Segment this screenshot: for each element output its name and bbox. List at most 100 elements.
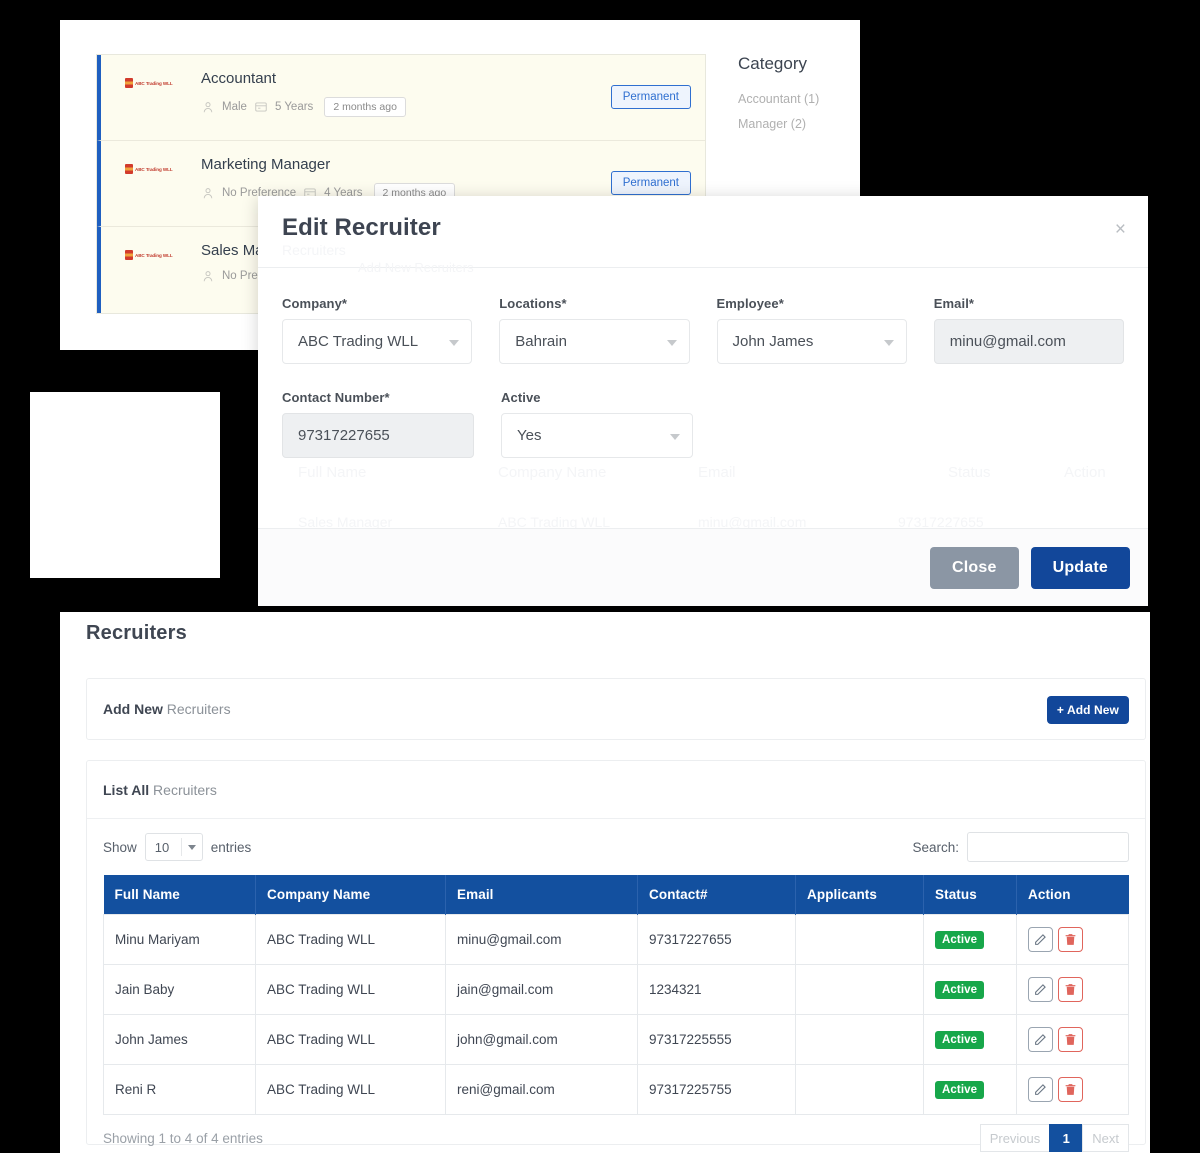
delete-button[interactable] bbox=[1058, 927, 1083, 952]
column-email[interactable]: Email bbox=[446, 875, 638, 915]
company-logo-text: ABC Trading WLL bbox=[135, 253, 173, 258]
cell-company: ABC Trading WLL bbox=[256, 1015, 446, 1065]
close-button[interactable]: Close bbox=[930, 547, 1019, 589]
chevron-down-icon bbox=[667, 340, 677, 346]
active-select[interactable]: Yes bbox=[501, 413, 693, 458]
trash-icon bbox=[1064, 983, 1077, 996]
job-card[interactable]: ABC Trading WLL Accountant Male 5 Years … bbox=[97, 55, 705, 141]
delete-button[interactable] bbox=[1058, 1027, 1083, 1052]
field-company: Company* ABC Trading WLL bbox=[282, 296, 472, 364]
job-type-badge[interactable]: Permanent bbox=[611, 85, 691, 109]
recruiters-page: Recruiters Add New Recruiters + Add New … bbox=[60, 612, 1150, 1153]
status-badge: Active bbox=[935, 981, 984, 999]
page-title: Recruiters bbox=[86, 622, 187, 645]
update-button[interactable]: Update bbox=[1031, 547, 1130, 589]
table-row: Jain Baby ABC Trading WLL jain@gmail.com… bbox=[104, 965, 1129, 1015]
column-full-name[interactable]: Full Name bbox=[104, 875, 256, 915]
cell-status: Active bbox=[924, 1065, 1017, 1115]
job-experience: 5 Years bbox=[275, 101, 313, 113]
pencil-icon bbox=[1034, 1033, 1047, 1046]
delete-button[interactable] bbox=[1058, 977, 1083, 1002]
column-contact[interactable]: Contact# bbox=[638, 875, 796, 915]
list-all-header: List All Recruiters bbox=[87, 761, 1145, 819]
trash-icon bbox=[1064, 933, 1077, 946]
column-action[interactable]: Action bbox=[1017, 875, 1129, 915]
cell-contact: 97317225755 bbox=[638, 1065, 796, 1115]
cell-company: ABC Trading WLL bbox=[256, 915, 446, 965]
table-row: Minu Mariyam ABC Trading WLL minu@gmail.… bbox=[104, 915, 1129, 965]
field-active: Active Yes bbox=[501, 390, 693, 458]
form-row-2: Contact Number* 97317227655 Active Yes bbox=[282, 390, 1124, 458]
category-title: Category bbox=[738, 54, 858, 74]
chevron-down-icon bbox=[670, 434, 680, 440]
category-item-accountant[interactable]: Accountant (1) bbox=[738, 92, 858, 106]
close-icon[interactable]: × bbox=[1115, 220, 1126, 239]
company-logo-icon: ABC Trading WLL bbox=[125, 163, 179, 175]
contact-number-label: Contact Number* bbox=[282, 390, 474, 405]
edit-button[interactable] bbox=[1028, 1077, 1053, 1102]
show-entries-control: Show 10 entries bbox=[103, 833, 251, 861]
ghost-text: Email bbox=[698, 464, 736, 481]
column-applicants[interactable]: Applicants bbox=[796, 875, 924, 915]
recruiters-table: Full Name Company Name Email Contact# Ap… bbox=[103, 875, 1129, 1115]
pagination: Previous 1 Next bbox=[981, 1124, 1129, 1152]
cell-email: john@gmail.com bbox=[446, 1015, 638, 1065]
add-new-button[interactable]: + Add New bbox=[1047, 696, 1129, 724]
cell-email: jain@gmail.com bbox=[446, 965, 638, 1015]
edit-button[interactable] bbox=[1028, 927, 1053, 952]
pencil-icon bbox=[1034, 933, 1047, 946]
locations-value: Bahrain bbox=[515, 333, 567, 350]
category-sidebar: Category Accountant (1) Manager (2) bbox=[738, 54, 858, 142]
status-badge: Active bbox=[935, 931, 984, 949]
modal-footer: Close Update bbox=[258, 528, 1148, 606]
table-header-row: Full Name Company Name Email Contact# Ap… bbox=[104, 875, 1129, 915]
edit-recruiter-modal: Edit Recruiter × Recruiters Add New Recr… bbox=[258, 196, 1148, 606]
company-logo-icon: ABC Trading WLL bbox=[125, 249, 179, 261]
job-type-badge[interactable]: Permanent bbox=[611, 171, 691, 195]
cell-action bbox=[1017, 915, 1129, 965]
cell-email: minu@gmail.com bbox=[446, 915, 638, 965]
company-logo-text: ABC Trading WLL bbox=[135, 167, 173, 172]
delete-button[interactable] bbox=[1058, 1077, 1083, 1102]
pagination-next[interactable]: Next bbox=[1082, 1124, 1129, 1152]
employee-select[interactable]: John James bbox=[717, 319, 907, 364]
add-new-label: Add New Recruiters bbox=[103, 701, 231, 717]
table-head: Full Name Company Name Email Contact# Ap… bbox=[104, 875, 1129, 915]
table-body: Minu Mariyam ABC Trading WLL minu@gmail.… bbox=[104, 915, 1129, 1115]
edit-button[interactable] bbox=[1028, 977, 1053, 1002]
form-row-1: Company* ABC Trading WLL Locations* Bahr… bbox=[282, 296, 1124, 364]
cell-status: Active bbox=[924, 915, 1017, 965]
email-field[interactable]: minu@gmail.com bbox=[934, 319, 1124, 364]
cell-contact: 1234321 bbox=[638, 965, 796, 1015]
category-item-manager[interactable]: Manager (2) bbox=[738, 117, 858, 131]
list-all-label-bold: List All bbox=[103, 782, 149, 798]
cell-applicants bbox=[796, 915, 924, 965]
column-company-name[interactable]: Company Name bbox=[256, 875, 446, 915]
entries-per-page-select[interactable]: 10 bbox=[145, 833, 203, 861]
company-logo-icon: ABC Trading WLL bbox=[125, 77, 179, 89]
cell-full-name: Reni R bbox=[104, 1065, 256, 1115]
column-status[interactable]: Status bbox=[924, 875, 1017, 915]
trash-icon bbox=[1064, 1033, 1077, 1046]
table-row: John James ABC Trading WLL john@gmail.co… bbox=[104, 1015, 1129, 1065]
job-gender: Male bbox=[222, 101, 247, 113]
cell-email: reni@gmail.com bbox=[446, 1065, 638, 1115]
pagination-page-1[interactable]: 1 bbox=[1049, 1124, 1083, 1152]
ghost-text: Status bbox=[948, 464, 991, 481]
locations-select[interactable]: Bahrain bbox=[499, 319, 689, 364]
search-input[interactable] bbox=[967, 832, 1129, 862]
job-posted-date: 2 months ago bbox=[324, 97, 406, 117]
field-email: Email* minu@gmail.com bbox=[934, 296, 1124, 364]
search-control: Search: bbox=[912, 832, 1129, 862]
ghost-text: Recruiters bbox=[282, 242, 346, 258]
pagination-previous[interactable]: Previous bbox=[980, 1124, 1051, 1152]
edit-button[interactable] bbox=[1028, 1027, 1053, 1052]
chevron-down-icon bbox=[188, 845, 196, 850]
contact-number-field[interactable]: 97317227655 bbox=[282, 413, 474, 458]
search-label: Search: bbox=[912, 840, 959, 855]
company-select[interactable]: ABC Trading WLL bbox=[282, 319, 472, 364]
cell-contact: 97317225555 bbox=[638, 1015, 796, 1065]
list-all-label-rest: Recruiters bbox=[149, 782, 217, 798]
person-icon bbox=[201, 186, 215, 200]
show-label: Show bbox=[103, 840, 137, 855]
